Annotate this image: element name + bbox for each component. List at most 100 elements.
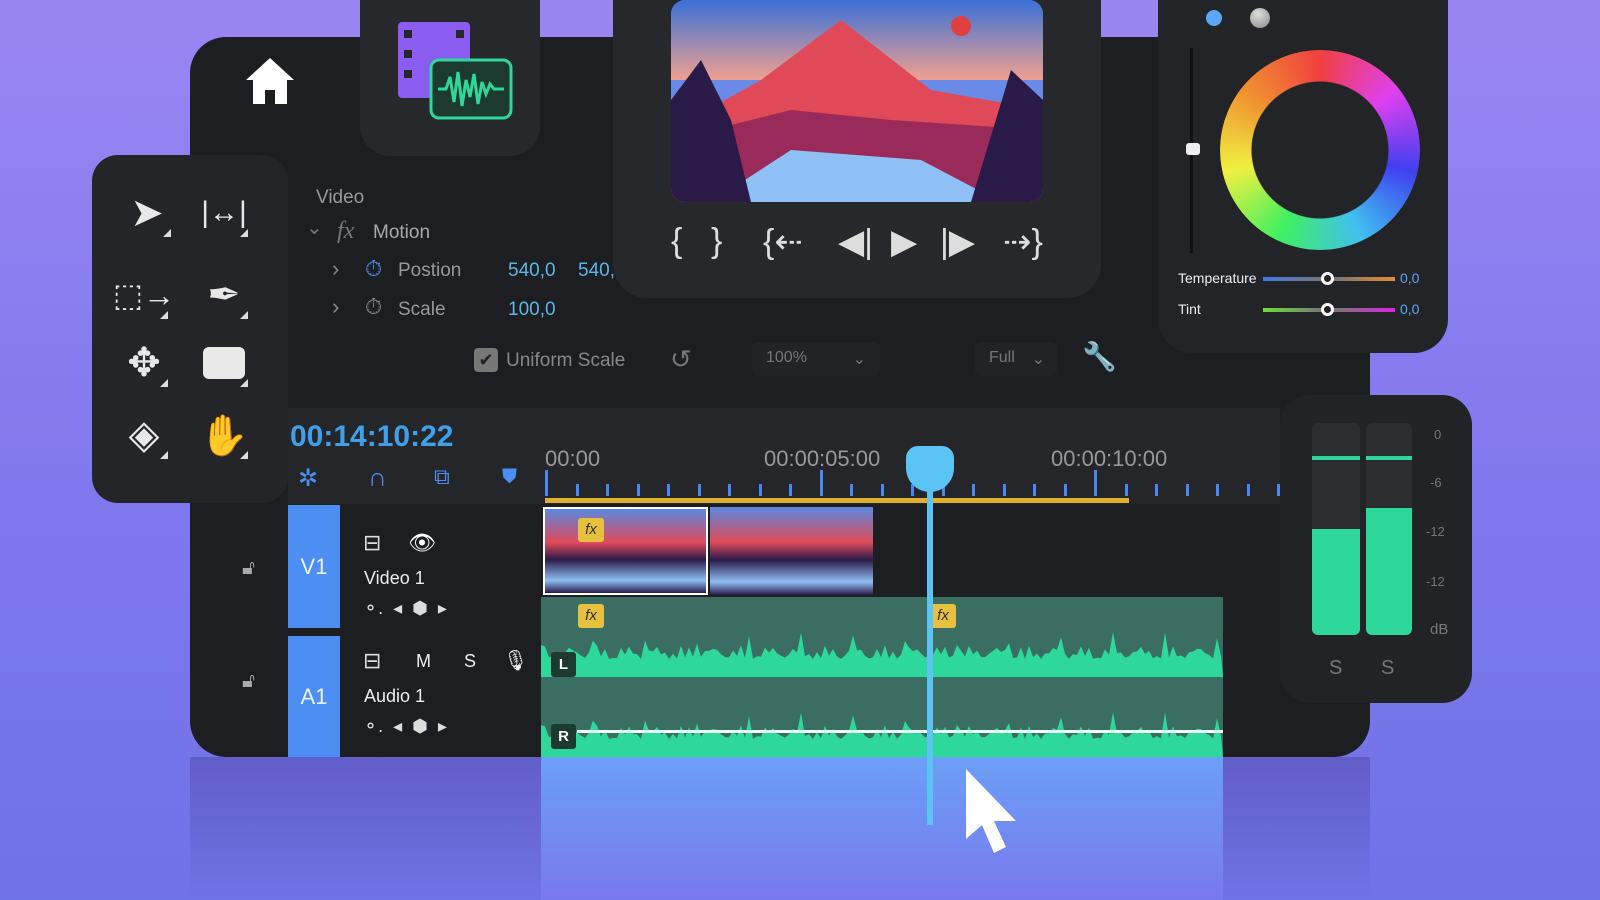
ruler-label-1: 00:00:05:00: [764, 446, 881, 471]
tint-slider-handle[interactable]: [1321, 303, 1334, 316]
ruler-label-2: 00:00:10:00: [1051, 446, 1168, 471]
step-back-button[interactable]: ◀|: [838, 222, 873, 262]
audio-fx-badge-2[interactable]: fx: [930, 604, 956, 628]
quality-select[interactable]: Full ⌄: [975, 342, 1057, 376]
video-clip-1[interactable]: [543, 507, 708, 595]
rectangle-tool-icon[interactable]: [194, 333, 254, 393]
ruler-tick: [972, 484, 975, 496]
tint-value[interactable]: 0,0: [1400, 301, 1419, 317]
reset-icon[interactable]: ↺: [670, 344, 692, 375]
track-id: A1: [300, 683, 328, 709]
a1-mic-icon[interactable]: 🎙︎: [503, 648, 528, 673]
position-label: Postion: [398, 260, 462, 281]
snap-magnet-icon[interactable]: ∩: [368, 462, 387, 493]
solo-right-button[interactable]: S: [1381, 657, 1394, 680]
playhead-line[interactable]: [927, 470, 933, 825]
v1-eye-icon[interactable]: 👁︎: [408, 530, 436, 556]
position-expand-icon[interactable]: ›: [332, 256, 339, 282]
a1-keyframe-nav[interactable]: ⚬. ◂ ⬢ ▸: [363, 716, 447, 737]
ruler-tick: [575, 484, 579, 496]
color-wheels-icon[interactable]: [1250, 8, 1270, 28]
track-v1-target[interactable]: V1: [288, 505, 340, 628]
color-panel: Temperature 0,0 Tint 0,0: [1158, 0, 1448, 353]
motion-expand-chevron-icon[interactable]: ⌄: [306, 215, 323, 240]
quality-select-value: Full: [989, 349, 1015, 366]
scale-stopwatch-icon[interactable]: ⏱: [365, 294, 382, 320]
luma-slider-handle[interactable]: [1186, 143, 1200, 155]
v1-sync-lock-icon[interactable]: ⊟: [363, 530, 381, 556]
solo-left-button[interactable]: S: [1329, 657, 1342, 680]
level-left: [1312, 529, 1360, 635]
temperature-slider-handle[interactable]: [1321, 272, 1334, 285]
track-a1-target[interactable]: A1: [288, 636, 340, 757]
a1-lock-icon[interactable]: 🔓︎: [242, 670, 255, 693]
preview-frame: [671, 0, 1043, 202]
motion-label: Motion: [373, 222, 431, 243]
a1-mute-button[interactable]: M: [416, 651, 431, 672]
scale-value[interactable]: 100,0: [508, 299, 556, 321]
position-y-value[interactable]: 540,: [578, 260, 615, 282]
a1-solo-button[interactable]: S: [464, 651, 476, 672]
go-to-out-button[interactable]: ⇢}: [1003, 222, 1043, 262]
peak-left: [1312, 456, 1360, 460]
audio-meter-panel: 0 -6 -12 -12 dB S S: [1280, 395, 1472, 703]
video-clip-2[interactable]: [710, 507, 873, 595]
position-stopwatch-icon[interactable]: ⏱: [365, 256, 382, 282]
ruler-tick: [1002, 484, 1006, 496]
ruler-tick: [789, 484, 792, 496]
meter-scale-0: 0: [1434, 427, 1442, 442]
timecode[interactable]: 00:14:10:22: [290, 420, 453, 454]
meter-scale-2: -12: [1426, 524, 1445, 539]
channel-right-badge: R: [551, 724, 576, 749]
selection-tool-icon[interactable]: ➤: [117, 183, 177, 243]
a1-sync-lock-icon[interactable]: ⊟: [363, 648, 381, 674]
uniform-scale-checkbox[interactable]: ✔: [474, 348, 498, 372]
temperature-value[interactable]: 0,0: [1400, 270, 1419, 286]
mark-out-button[interactable]: }: [711, 222, 722, 261]
zoom-select-value: 100%: [766, 349, 807, 366]
ruler-tick: [850, 484, 853, 496]
video-fx-badge[interactable]: fx: [578, 518, 604, 542]
pen-tool-icon[interactable]: ✒: [194, 265, 254, 325]
nest-icon[interactable]: ✲: [298, 464, 318, 493]
uniform-scale-label: Uniform Scale: [506, 350, 626, 371]
a1-name: Audio 1: [364, 686, 426, 706]
color-wheel[interactable]: [1220, 50, 1420, 250]
hand-tool-icon[interactable]: ✋: [194, 405, 254, 465]
razor-tool-icon[interactable]: ◈: [114, 405, 174, 465]
add-marker-icon[interactable]: ⛊: [502, 466, 517, 489]
peak-right: [1366, 456, 1412, 460]
zoom-select[interactable]: 100% ⌄: [752, 342, 880, 376]
ruler-tick: [1216, 484, 1219, 496]
v1-keyframe-nav[interactable]: ⚬. ◂ ⬢ ▸: [363, 598, 447, 619]
scale-expand-icon[interactable]: ›: [332, 294, 339, 320]
position-x-value[interactable]: 540,0: [508, 260, 556, 282]
ruler-tick: [606, 484, 609, 496]
track-select-tool-icon[interactable]: ⬚→: [113, 265, 175, 325]
program-monitor: { } {⇠ ◀| ▶ |▶ ⇢}: [613, 0, 1101, 298]
playhead-handle[interactable]: [906, 446, 954, 492]
slip-tool-icon[interactable]: ✥: [114, 333, 174, 393]
film-audio-icon: [398, 22, 513, 120]
linked-selection-icon[interactable]: ⧉: [434, 464, 450, 490]
color-mode-dot[interactable]: [1206, 10, 1222, 26]
wrench-icon[interactable]: 🔧: [1082, 340, 1117, 373]
ruler-tick: [819, 470, 823, 496]
track-id: V1: [300, 553, 328, 579]
step-forward-button[interactable]: |▶: [940, 222, 975, 262]
audio-clip[interactable]: [541, 597, 1223, 757]
play-button[interactable]: ▶: [891, 222, 917, 262]
audio-fx-badge[interactable]: fx: [578, 604, 604, 628]
mark-in-button[interactable]: {: [671, 222, 682, 261]
volume-rubber-band[interactable]: [577, 730, 1223, 733]
home-icon[interactable]: [244, 56, 296, 106]
go-to-in-button[interactable]: {⇠: [763, 222, 803, 262]
ripple-edit-tool-icon[interactable]: |↔|: [194, 183, 254, 243]
chevron-down-icon: ⌄: [1031, 351, 1045, 368]
tint-label: Tint: [1178, 301, 1201, 317]
meter-scale-db: dB: [1430, 621, 1449, 638]
v1-lock-icon[interactable]: 🔓︎: [242, 557, 255, 580]
ruler-tick: [1033, 484, 1036, 496]
work-area-bar[interactable]: [545, 498, 1129, 503]
ruler-tick: [636, 484, 640, 496]
